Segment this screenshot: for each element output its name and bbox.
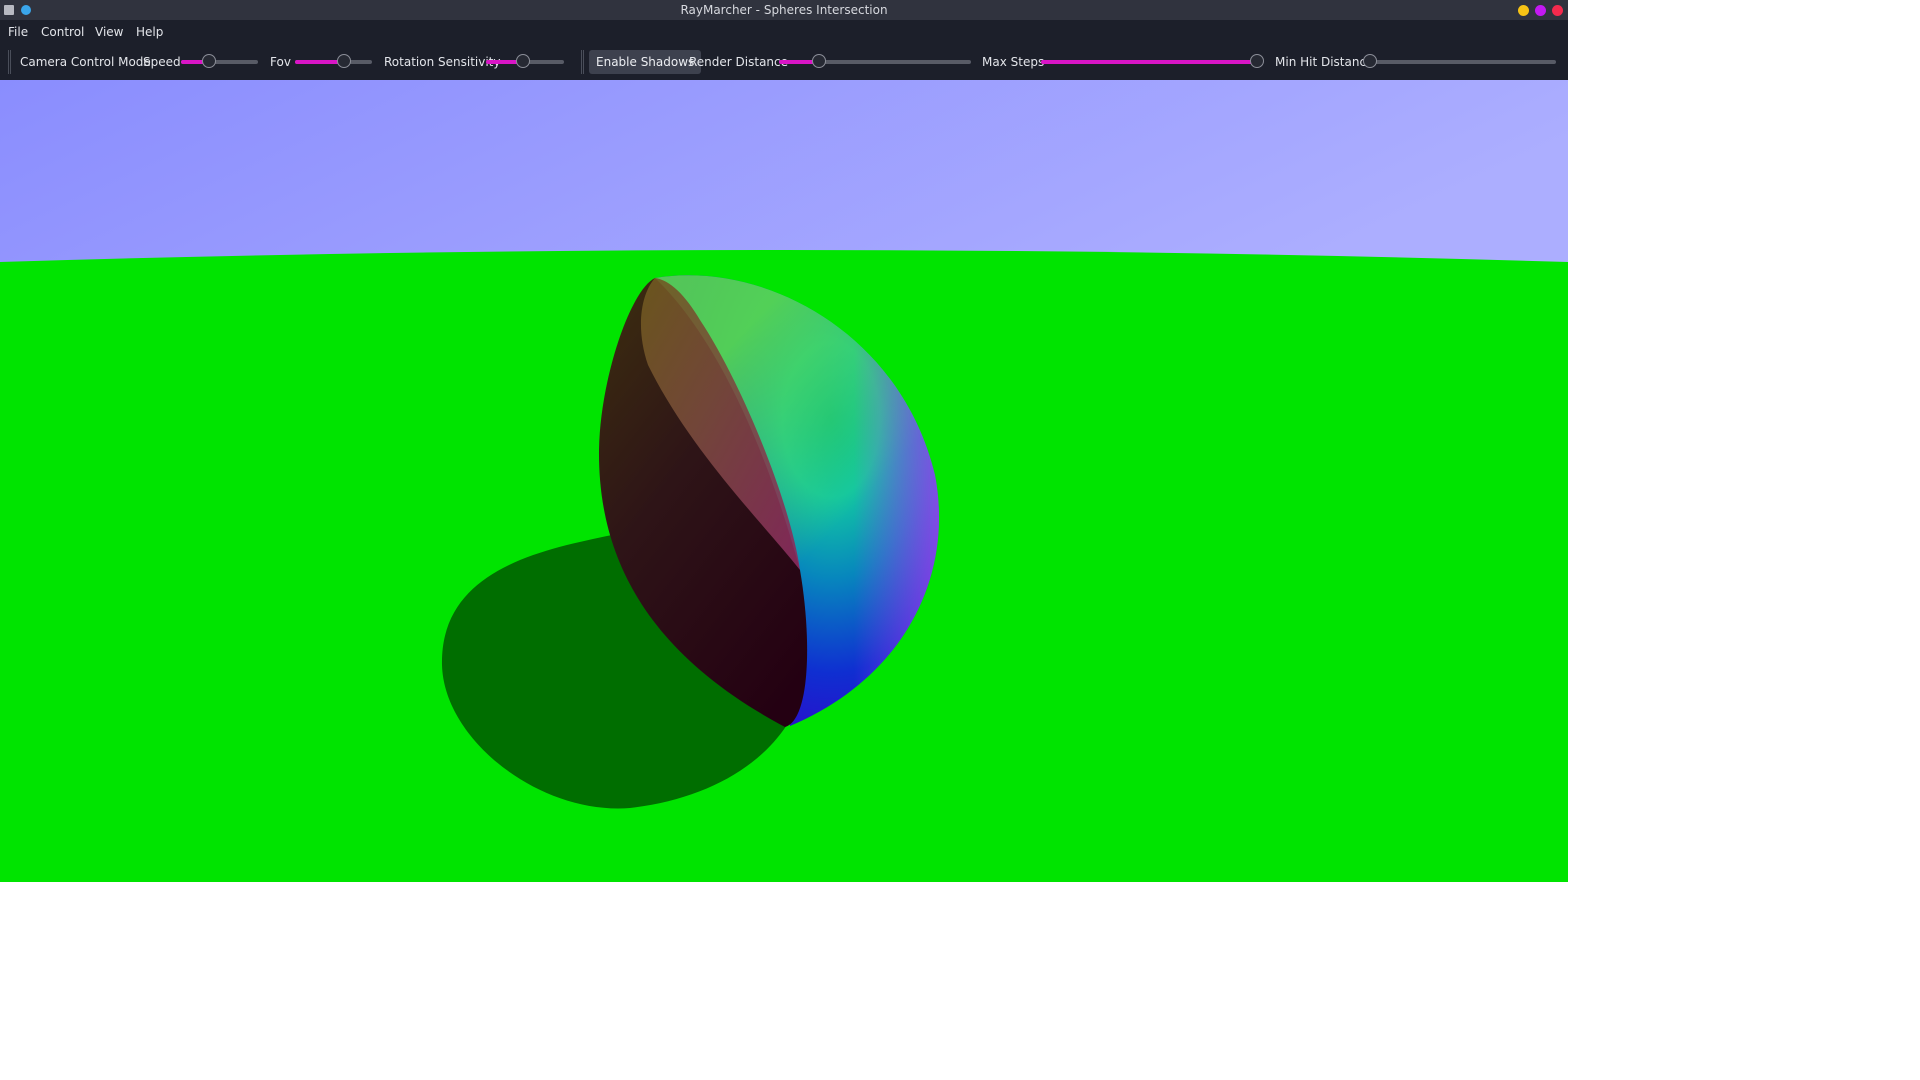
window-title: RayMarcher - Spheres Intersection: [680, 3, 888, 17]
menu-help[interactable]: Help: [132, 20, 167, 44]
toolbar: Camera Control Mode Speed Fov Rotation S…: [0, 44, 1568, 80]
speed-slider-handle[interactable]: [202, 54, 217, 68]
maximize-icon[interactable]: [1535, 5, 1546, 16]
max-steps-slider[interactable]: [1041, 54, 1264, 68]
rotation-sensitivity-label: Rotation Sensitivity: [384, 55, 501, 69]
render-distance-slider[interactable]: [779, 54, 971, 68]
rotation-sensitivity-slider-handle[interactable]: [516, 54, 531, 68]
fov-slider[interactable]: [295, 54, 372, 68]
camera-control-mode-button[interactable]: Camera Control Mode: [20, 44, 151, 80]
rotation-sensitivity-slider[interactable]: [486, 54, 564, 68]
render-distance-label: Render Distance: [689, 55, 789, 69]
max-steps-slider-fill: [1041, 60, 1257, 64]
title-bar: RayMarcher - Spheres Intersection: [0, 0, 1568, 20]
min-hit-distance-label: Min Hit Distance: [1275, 55, 1374, 69]
enable-shadows-toggle[interactable]: Enable Shadows: [589, 50, 702, 74]
menu-file[interactable]: File: [4, 20, 32, 44]
close-icon[interactable]: [1552, 5, 1563, 16]
toolbar-handle[interactable]: [8, 50, 11, 74]
app-window: RayMarcher - Spheres Intersection File C…: [0, 0, 1568, 882]
menu-bar: File Control View Help: [0, 20, 1568, 44]
fov-label: Fov: [270, 55, 291, 69]
max-steps-label: Max Steps: [982, 55, 1045, 69]
render-viewport[interactable]: [0, 80, 1568, 882]
minimize-icon[interactable]: [1518, 5, 1529, 16]
render-distance-slider-handle[interactable]: [812, 54, 827, 68]
toolbar-handle[interactable]: [581, 50, 584, 74]
speed-slider[interactable]: [181, 54, 258, 68]
min-hit-distance-slider-handle[interactable]: [1363, 54, 1377, 68]
speed-label: Speed: [143, 55, 181, 69]
render-canvas: [0, 80, 1568, 882]
min-hit-distance-slider[interactable]: [1363, 54, 1556, 68]
menu-control[interactable]: Control: [37, 20, 88, 44]
menu-view[interactable]: View: [91, 20, 127, 44]
max-steps-slider-handle[interactable]: [1250, 54, 1264, 68]
fov-slider-handle[interactable]: [337, 54, 352, 68]
